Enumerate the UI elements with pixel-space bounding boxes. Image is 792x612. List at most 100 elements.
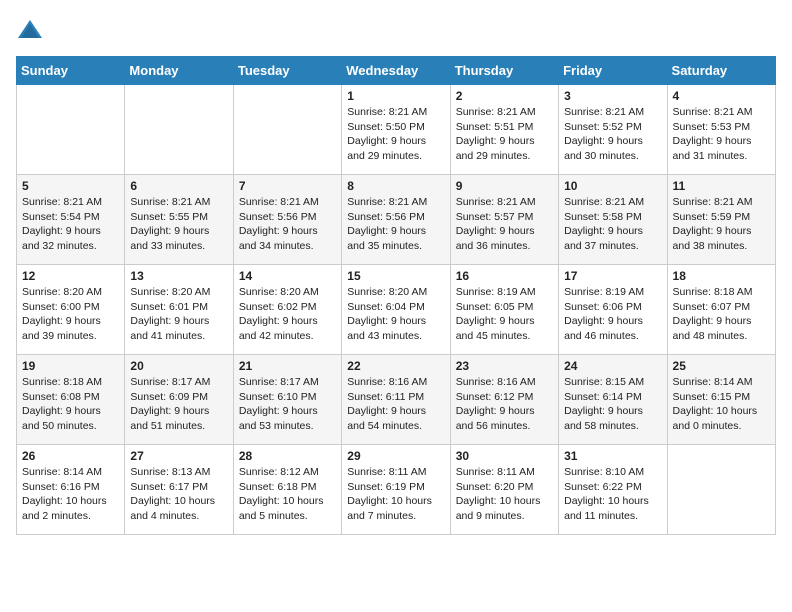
- calendar-cell: 17 Sunrise: 8:19 AMSunset: 6:06 PMDayligh…: [559, 265, 667, 355]
- day-info: Sunrise: 8:16 AMSunset: 6:11 PMDaylight:…: [347, 375, 444, 434]
- day-info: Sunrise: 8:21 AMSunset: 5:52 PMDaylight:…: [564, 105, 661, 164]
- day-number: 13: [130, 269, 227, 283]
- day-number: 2: [456, 89, 553, 103]
- calendar-cell: 28 Sunrise: 8:12 AMSunset: 6:18 PMDayligh…: [233, 445, 341, 535]
- weekday-header: Friday: [559, 57, 667, 85]
- day-info: Sunrise: 8:21 AMSunset: 5:56 PMDaylight:…: [239, 195, 336, 254]
- calendar-cell: [233, 85, 341, 175]
- day-info: Sunrise: 8:20 AMSunset: 6:02 PMDaylight:…: [239, 285, 336, 344]
- day-number: 5: [22, 179, 119, 193]
- day-number: 28: [239, 449, 336, 463]
- day-number: 29: [347, 449, 444, 463]
- day-info: Sunrise: 8:17 AMSunset: 6:10 PMDaylight:…: [239, 375, 336, 434]
- day-info: Sunrise: 8:11 AMSunset: 6:20 PMDaylight:…: [456, 465, 553, 524]
- day-number: 22: [347, 359, 444, 373]
- calendar-cell: 25 Sunrise: 8:14 AMSunset: 6:15 PMDayligh…: [667, 355, 775, 445]
- day-info: Sunrise: 8:16 AMSunset: 6:12 PMDaylight:…: [456, 375, 553, 434]
- day-info: Sunrise: 8:14 AMSunset: 6:15 PMDaylight:…: [673, 375, 770, 434]
- day-info: Sunrise: 8:20 AMSunset: 6:00 PMDaylight:…: [22, 285, 119, 344]
- day-number: 16: [456, 269, 553, 283]
- day-number: 10: [564, 179, 661, 193]
- calendar-cell: 1Sunrise: 8:21 AMSunset: 5:50 PMDaylight…: [342, 85, 450, 175]
- day-number: 25: [673, 359, 770, 373]
- calendar-cell: 29 Sunrise: 8:11 AMSunset: 6:19 PMDayligh…: [342, 445, 450, 535]
- day-info: Sunrise: 8:12 AMSunset: 6:18 PMDaylight:…: [239, 465, 336, 524]
- calendar-cell: 3 Sunrise: 8:21 AMSunset: 5:52 PMDaylight…: [559, 85, 667, 175]
- calendar-table: SundayMondayTuesdayWednesdayThursdayFrid…: [16, 56, 776, 535]
- day-number: 23: [456, 359, 553, 373]
- day-number: 11: [673, 179, 770, 193]
- calendar-week-row: 26 Sunrise: 8:14 AMSunset: 6:16 PMDayligh…: [17, 445, 776, 535]
- calendar-cell: 5 Sunrise: 8:21 AMSunset: 5:54 PMDaylight…: [17, 175, 125, 265]
- weekday-header: Wednesday: [342, 57, 450, 85]
- day-number: 17: [564, 269, 661, 283]
- day-number: 26: [22, 449, 119, 463]
- day-number: 19: [22, 359, 119, 373]
- calendar-cell: 23 Sunrise: 8:16 AMSunset: 6:12 PMDayligh…: [450, 355, 558, 445]
- calendar-cell: 24Sunrise: 8:15 AMSunset: 6:14 PMDayligh…: [559, 355, 667, 445]
- calendar-week-row: 1Sunrise: 8:21 AMSunset: 5:50 PMDaylight…: [17, 85, 776, 175]
- weekday-header: Sunday: [17, 57, 125, 85]
- day-info: Sunrise: 8:21 AMSunset: 5:59 PMDaylight:…: [673, 195, 770, 254]
- calendar-cell: 15 Sunrise: 8:20 AMSunset: 6:04 PMDayligh…: [342, 265, 450, 355]
- day-number: 31: [564, 449, 661, 463]
- day-info: Sunrise: 8:21 AMSunset: 5:50 PMDaylight:…: [347, 105, 444, 164]
- day-number: 24: [564, 359, 661, 373]
- calendar-cell: 19Sunrise: 8:18 AMSunset: 6:08 PMDayligh…: [17, 355, 125, 445]
- logo-icon: [16, 16, 44, 44]
- calendar-cell: 12Sunrise: 8:20 AMSunset: 6:00 PMDayligh…: [17, 265, 125, 355]
- calendar-cell: [667, 445, 775, 535]
- calendar-cell: 21 Sunrise: 8:17 AMSunset: 6:10 PMDayligh…: [233, 355, 341, 445]
- calendar-cell: 6 Sunrise: 8:21 AMSunset: 5:55 PMDaylight…: [125, 175, 233, 265]
- day-number: 21: [239, 359, 336, 373]
- day-info: Sunrise: 8:19 AMSunset: 6:06 PMDaylight:…: [564, 285, 661, 344]
- calendar-cell: 31 Sunrise: 8:10 AMSunset: 6:22 PMDayligh…: [559, 445, 667, 535]
- day-info: Sunrise: 8:14 AMSunset: 6:16 PMDaylight:…: [22, 465, 119, 524]
- day-number: 20: [130, 359, 227, 373]
- day-number: 8: [347, 179, 444, 193]
- weekday-header: Tuesday: [233, 57, 341, 85]
- day-number: 15: [347, 269, 444, 283]
- calendar-cell: 30 Sunrise: 8:11 AMSunset: 6:20 PMDayligh…: [450, 445, 558, 535]
- calendar-cell: 22 Sunrise: 8:16 AMSunset: 6:11 PMDayligh…: [342, 355, 450, 445]
- day-number: 14: [239, 269, 336, 283]
- calendar-week-row: 19Sunrise: 8:18 AMSunset: 6:08 PMDayligh…: [17, 355, 776, 445]
- day-info: Sunrise: 8:19 AMSunset: 6:05 PMDaylight:…: [456, 285, 553, 344]
- day-info: Sunrise: 8:21 AMSunset: 5:51 PMDaylight:…: [456, 105, 553, 164]
- day-info: Sunrise: 8:21 AMSunset: 5:58 PMDaylight:…: [564, 195, 661, 254]
- day-number: 18: [673, 269, 770, 283]
- calendar-cell: 14 Sunrise: 8:20 AMSunset: 6:02 PMDayligh…: [233, 265, 341, 355]
- calendar-week-row: 5 Sunrise: 8:21 AMSunset: 5:54 PMDaylight…: [17, 175, 776, 265]
- calendar-cell: 8 Sunrise: 8:21 AMSunset: 5:56 PMDaylight…: [342, 175, 450, 265]
- day-info: Sunrise: 8:20 AMSunset: 6:04 PMDaylight:…: [347, 285, 444, 344]
- day-number: 27: [130, 449, 227, 463]
- day-info: Sunrise: 8:20 AMSunset: 6:01 PMDaylight:…: [130, 285, 227, 344]
- day-info: Sunrise: 8:21 AMSunset: 5:53 PMDaylight:…: [673, 105, 770, 164]
- day-number: 4: [673, 89, 770, 103]
- calendar-cell: 18Sunrise: 8:18 AMSunset: 6:07 PMDayligh…: [667, 265, 775, 355]
- weekday-header: Saturday: [667, 57, 775, 85]
- day-number: 3: [564, 89, 661, 103]
- calendar-cell: 7 Sunrise: 8:21 AMSunset: 5:56 PMDaylight…: [233, 175, 341, 265]
- day-number: 7: [239, 179, 336, 193]
- calendar-cell: 13 Sunrise: 8:20 AMSunset: 6:01 PMDayligh…: [125, 265, 233, 355]
- calendar-cell: 26 Sunrise: 8:14 AMSunset: 6:16 PMDayligh…: [17, 445, 125, 535]
- day-info: Sunrise: 8:21 AMSunset: 5:55 PMDaylight:…: [130, 195, 227, 254]
- weekday-header: Thursday: [450, 57, 558, 85]
- day-number: 30: [456, 449, 553, 463]
- day-info: Sunrise: 8:10 AMSunset: 6:22 PMDaylight:…: [564, 465, 661, 524]
- day-info: Sunrise: 8:13 AMSunset: 6:17 PMDaylight:…: [130, 465, 227, 524]
- calendar-cell: 27 Sunrise: 8:13 AMSunset: 6:17 PMDayligh…: [125, 445, 233, 535]
- calendar-week-row: 12Sunrise: 8:20 AMSunset: 6:00 PMDayligh…: [17, 265, 776, 355]
- calendar-cell: [125, 85, 233, 175]
- day-info: Sunrise: 8:21 AMSunset: 5:56 PMDaylight:…: [347, 195, 444, 254]
- calendar-cell: 9Sunrise: 8:21 AMSunset: 5:57 PMDaylight…: [450, 175, 558, 265]
- calendar-cell: 16 Sunrise: 8:19 AMSunset: 6:05 PMDayligh…: [450, 265, 558, 355]
- calendar-cell: 11 Sunrise: 8:21 AMSunset: 5:59 PMDayligh…: [667, 175, 775, 265]
- day-number: 6: [130, 179, 227, 193]
- day-info: Sunrise: 8:11 AMSunset: 6:19 PMDaylight:…: [347, 465, 444, 524]
- weekday-header-row: SundayMondayTuesdayWednesdayThursdayFrid…: [17, 57, 776, 85]
- day-info: Sunrise: 8:21 AMSunset: 5:54 PMDaylight:…: [22, 195, 119, 254]
- page-header: [16, 16, 776, 44]
- calendar-cell: 4 Sunrise: 8:21 AMSunset: 5:53 PMDaylight…: [667, 85, 775, 175]
